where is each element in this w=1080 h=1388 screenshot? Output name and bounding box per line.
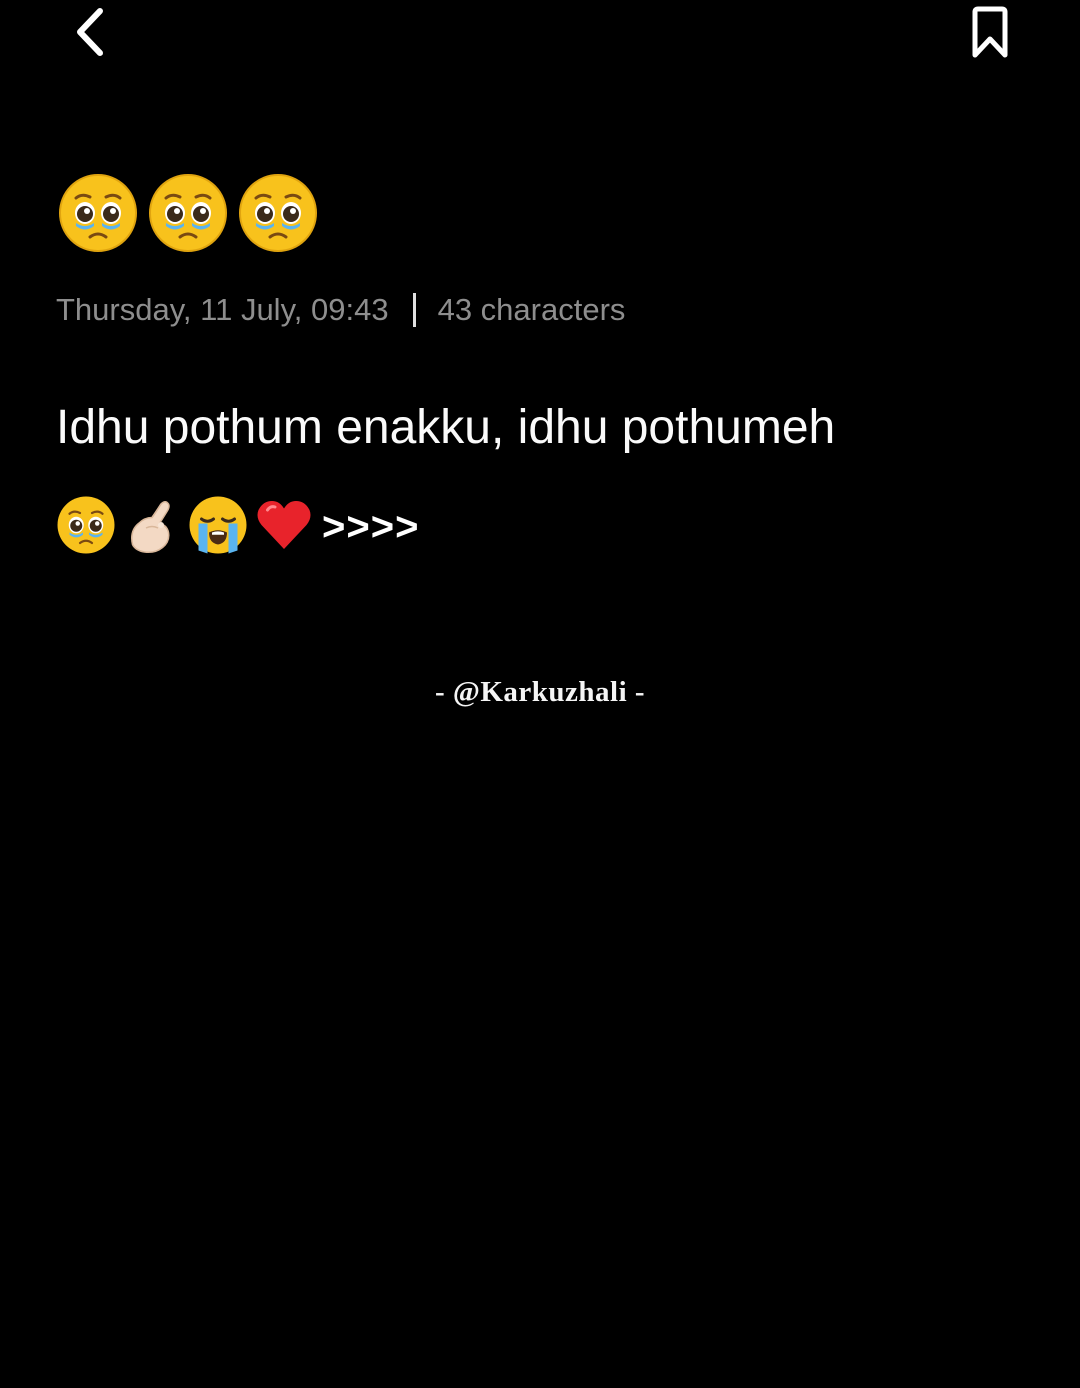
loudly-crying-face-icon (188, 495, 248, 560)
pleading-face-icon (148, 173, 228, 258)
chevron-left-icon (70, 6, 110, 63)
note-body-text[interactable]: Idhu pothum enakku, idhu pothumeh (56, 400, 835, 455)
note-emoji-line[interactable]: >>>> (56, 496, 419, 558)
pinching-hand-icon (122, 495, 182, 560)
signature: - @Karkuzhali - (434, 676, 646, 708)
red-heart-icon (254, 495, 314, 560)
pleading-face-icon (56, 495, 116, 560)
pleading-face-icon (58, 173, 138, 258)
emoji-line-suffix: >>>> (322, 504, 420, 549)
bookmark-button[interactable] (960, 4, 1020, 64)
note-date: Thursday, 11 July, 09:43 (56, 292, 389, 327)
pleading-face-icon (238, 173, 318, 258)
character-count: 43 characters (437, 292, 626, 327)
back-button[interactable] (60, 4, 120, 64)
note-meta: Thursday, 11 July, 09:43 43 characters (56, 288, 625, 332)
meta-divider (412, 293, 416, 327)
note-title[interactable] (58, 170, 318, 260)
bookmark-icon (970, 6, 1010, 63)
